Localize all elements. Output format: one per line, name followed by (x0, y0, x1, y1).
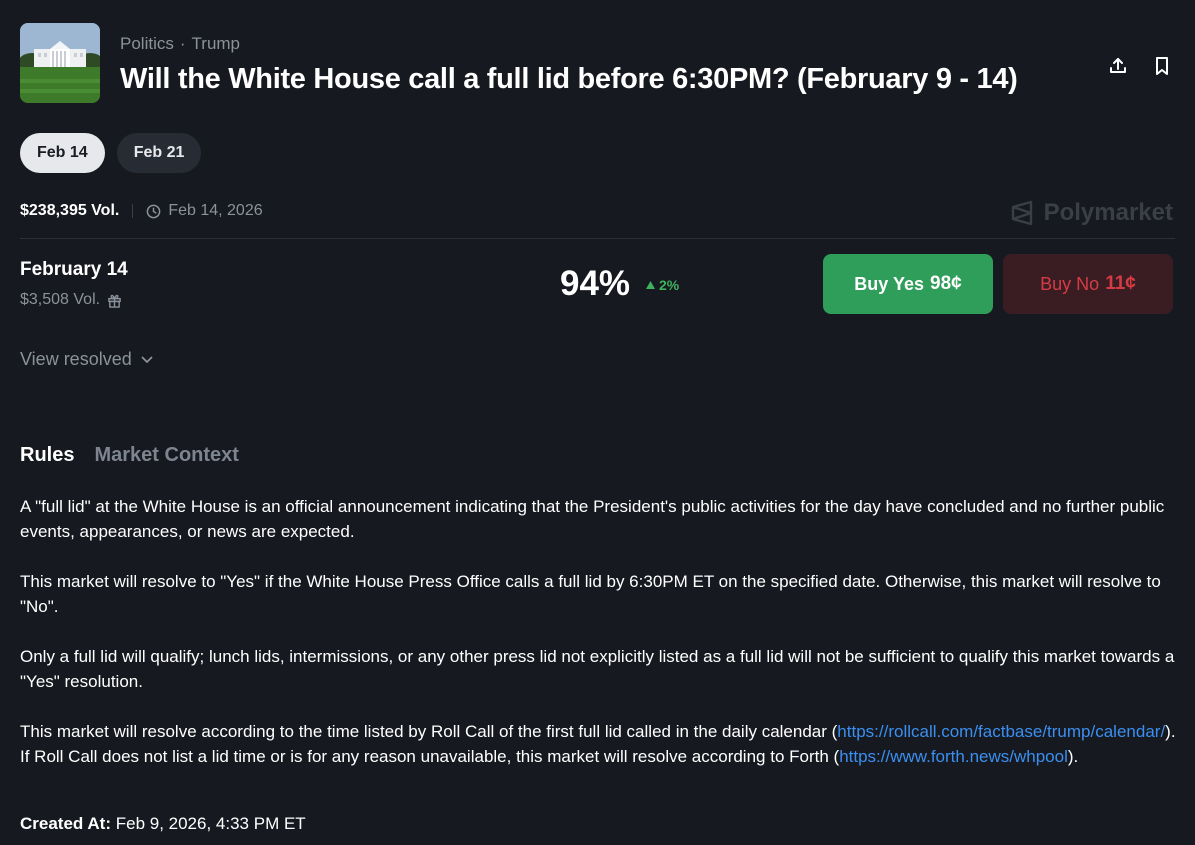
rules-tabs: Rules Market Context (20, 444, 239, 467)
gift-icon (108, 294, 121, 308)
bookmark-button[interactable] (1149, 53, 1175, 79)
date-pill-feb-21[interactable]: Feb 21 (116, 133, 202, 173)
share-button[interactable] (1105, 53, 1131, 79)
triangle-up-icon (646, 281, 655, 289)
end-date-text: Feb 14, 2026 (168, 202, 263, 219)
rollcall-link[interactable]: https://rollcall.com/factbase/trump/cale… (837, 722, 1165, 741)
created-at: Created At: Feb 9, 2026, 4:33 PM ET (20, 814, 306, 834)
market-meta: $238,395 Vol. Feb 14, 2026 (20, 202, 263, 220)
buy-no-button[interactable]: Buy No 11¢ (1003, 254, 1173, 314)
section-divider (20, 238, 1175, 239)
rules-text: A "full lid" at the White House is an of… (20, 494, 1180, 794)
view-resolved-toggle[interactable]: View resolved (20, 349, 153, 370)
meta-divider (132, 204, 134, 218)
outcome-volume: $3,508 Vol. (20, 291, 122, 309)
outcome-volume-text: $3,508 Vol. (20, 291, 101, 308)
brand-name: Polymarket (1043, 199, 1173, 226)
rules-paragraph-1: A "full lid" at the White House is an of… (20, 497, 1165, 541)
total-volume: $238,395 Vol. (20, 202, 120, 219)
end-date: Feb 14, 2026 (146, 202, 263, 220)
rules-p4-text-c: ). (1067, 747, 1079, 766)
tab-market-context[interactable]: Market Context (94, 444, 238, 467)
outcome-probability: 94% (560, 264, 631, 303)
rules-paragraph-2: This market will resolve to "Yes" if the… (20, 572, 1161, 616)
buy-yes-button[interactable]: Buy Yes 98¢ (823, 254, 993, 314)
market-header: Politics · Trump Will the White House call… (20, 23, 1175, 103)
probability-change-value: 2% (659, 277, 680, 293)
white-house-thumbnail (20, 23, 100, 103)
buy-yes-label: Buy Yes (854, 273, 924, 294)
breadcrumb: Politics · Trump (120, 34, 240, 54)
buy-no-price: 11¢ (1105, 273, 1136, 294)
share-icon (1110, 58, 1126, 73)
header-actions (1105, 53, 1175, 79)
forth-link[interactable]: https://www.forth.news/whpool (839, 747, 1068, 766)
outcome-name: February 14 (20, 259, 128, 280)
rules-paragraph-3: Only a full lid will qualify; lunch lids… (20, 647, 1175, 691)
page-title: Will the White House call a full lid bef… (120, 63, 1018, 95)
outcome-row[interactable]: February 14 $3,508 Vol. 94% 2% Buy Yes 9… (20, 254, 1173, 314)
polymarket-icon (1011, 200, 1032, 226)
chevron-down-icon (141, 356, 153, 363)
created-at-label: Created At: (20, 814, 111, 833)
tab-rules[interactable]: Rules (20, 444, 74, 467)
view-resolved-label: View resolved (20, 349, 132, 369)
created-at-value: Feb 9, 2026, 4:33 PM ET (115, 814, 306, 833)
date-pill-feb-14[interactable]: Feb 14 (20, 133, 105, 173)
buy-no-label: Buy No (1040, 273, 1100, 294)
rules-p4-text-a: This market will resolve according to th… (20, 722, 838, 741)
date-selector: Feb 14 Feb 21 (20, 133, 202, 173)
breadcrumb-separator: · (179, 34, 186, 53)
buy-yes-price: 98¢ (930, 273, 962, 294)
breadcrumb-category[interactable]: Politics (120, 34, 174, 53)
bookmark-icon (1156, 57, 1168, 75)
rules-paragraph-4: This market will resolve according to th… (20, 719, 1180, 769)
probability-change: 2% (646, 277, 679, 293)
polymarket-logo: Polymarket (1011, 199, 1173, 227)
breadcrumb-subcategory[interactable]: Trump (192, 34, 241, 53)
clock-icon (146, 204, 161, 218)
